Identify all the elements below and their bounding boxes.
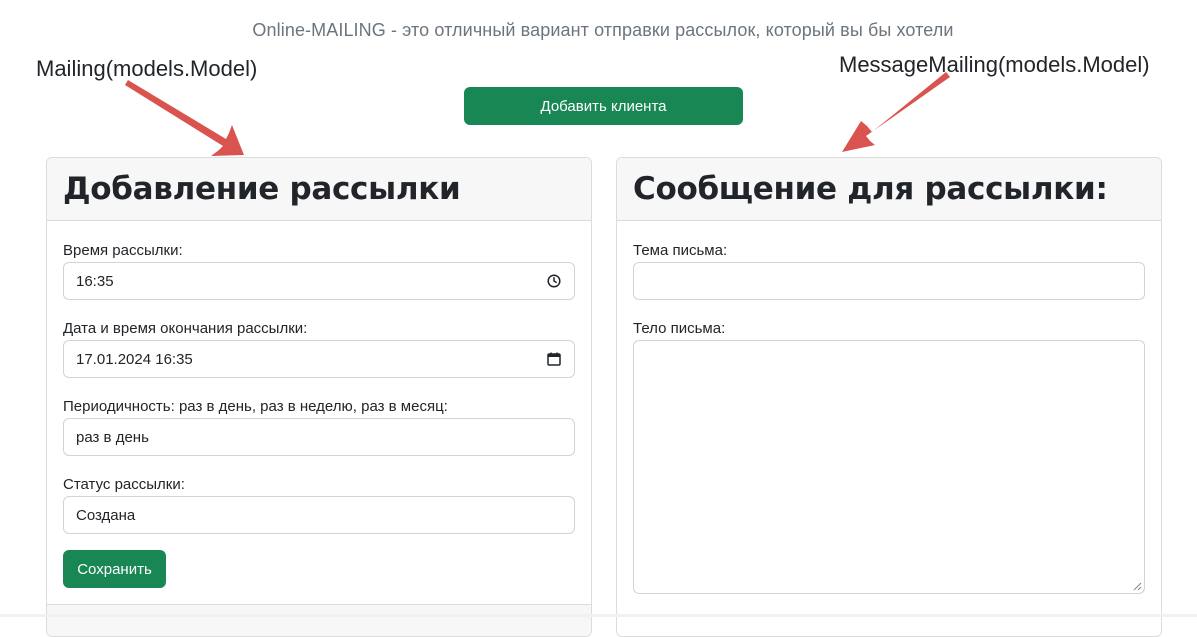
periodicity-label: Периодичность: раз в день, раз в неделю,… — [63, 398, 448, 415]
mailing-form-header: Добавление рассылки — [47, 158, 591, 221]
add-client-button[interactable]: Добавить клиента — [464, 87, 743, 125]
status-value: Создана — [76, 506, 136, 524]
page-tagline: Online-MAILING - это отличный вариант от… — [252, 20, 954, 40]
status-label: Статус рассылки: — [63, 476, 185, 493]
message-form-title: Сообщение для рассылки: — [633, 171, 1108, 207]
subject-label: Тема письма: — [633, 242, 728, 259]
periodicity-value: раз в день — [76, 428, 149, 446]
time-input[interactable]: 16:35 — [63, 262, 575, 300]
arrow-left-annotation — [125, 80, 244, 156]
mailing-form-title: Добавление рассылки — [63, 171, 461, 207]
subject-input[interactable] — [633, 262, 1145, 300]
end-datetime-input[interactable]: 17.01.2024 16:35 — [63, 340, 575, 378]
annotation-message-model: MessageMailing(models.Model) — [839, 52, 1150, 77]
arrow-right-annotation — [842, 72, 950, 152]
clock-icon[interactable] — [546, 273, 562, 289]
resize-handle-icon[interactable] — [1133, 582, 1142, 591]
mailing-form-card: Добавление рассылки Время рассылки: 16:3… — [46, 157, 592, 637]
periodicity-input[interactable]: раз в день — [63, 418, 575, 456]
mailing-form-footer — [47, 604, 591, 636]
time-label: Время рассылки: — [63, 242, 183, 259]
body-label: Тело письма: — [633, 320, 726, 337]
status-input[interactable]: Создана — [63, 496, 575, 534]
message-form-card: Сообщение для рассылки: Тема письма: Тел… — [616, 157, 1162, 637]
end-datetime-value: 17.01.2024 16:35 — [76, 350, 193, 368]
calendar-icon[interactable] — [546, 351, 562, 367]
message-form-header: Сообщение для рассылки: — [617, 158, 1161, 221]
annotation-mailing-model: Mailing(models.Model) — [36, 56, 258, 81]
body-textarea[interactable] — [633, 340, 1145, 594]
end-datetime-label: Дата и время окончания рассылки: — [63, 320, 308, 337]
time-value: 16:35 — [76, 272, 114, 290]
save-button[interactable]: Сохранить — [63, 550, 166, 588]
